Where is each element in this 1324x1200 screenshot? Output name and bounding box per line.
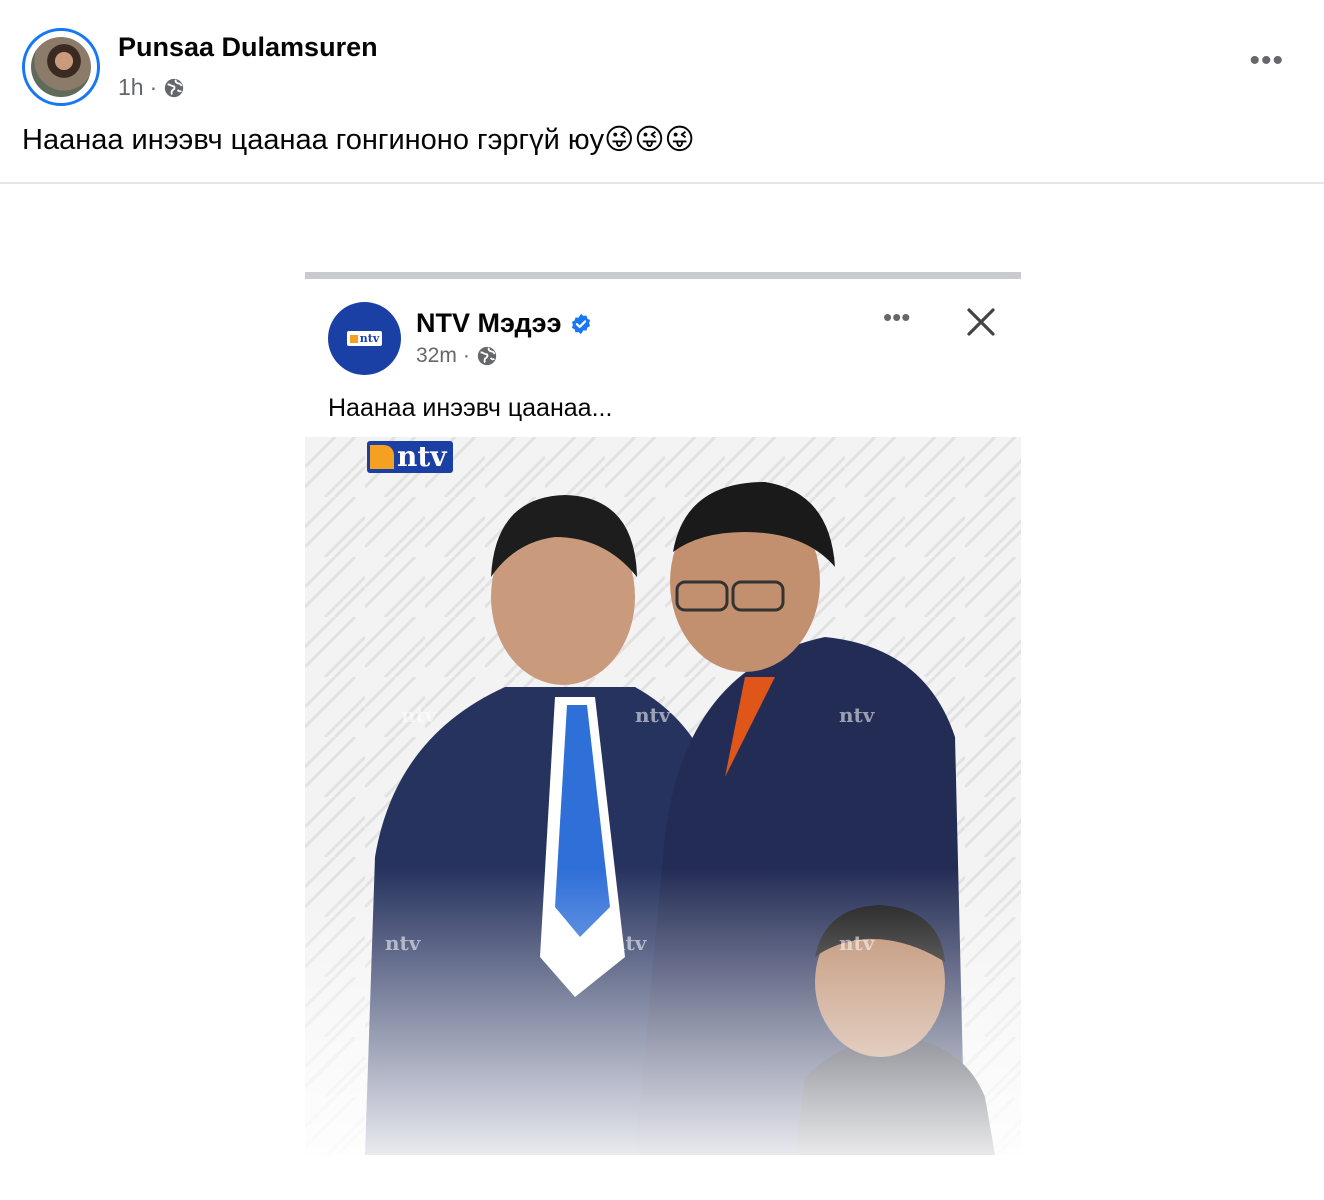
watermark: ntv [611, 931, 647, 955]
verified-badge-icon [571, 313, 590, 334]
author-avatar-ring[interactable] [22, 28, 100, 106]
post-card: Punsaa Dulamsuren 1h · ••• Наанаа инээвч… [0, 0, 1324, 1200]
shared-post-time: 32m [416, 344, 457, 367]
post-time[interactable]: 1h [118, 74, 144, 101]
shared-post-meta: 32m · [416, 344, 498, 368]
avatar[interactable] [31, 37, 91, 97]
watermark: ntv [635, 703, 671, 727]
ntv-logo-icon: ntv [346, 331, 383, 346]
globe-icon [165, 78, 184, 97]
post-meta: 1h · [118, 74, 185, 101]
post-caption: Наанаа инээвч цаанаа гонгиноно гэргүй юу… [22, 124, 695, 156]
watermark: ntv [385, 931, 421, 955]
author-name[interactable]: Punsaa Dulamsuren [118, 32, 378, 63]
globe-icon [477, 346, 497, 366]
meta-separator: · [149, 74, 158, 100]
ntv-avatar: ntv [328, 302, 401, 375]
divider [0, 182, 1324, 184]
close-icon [967, 308, 995, 336]
photo-illustration [305, 437, 1021, 1155]
watermark: ntv [401, 703, 437, 727]
watermark: ntv [839, 703, 875, 727]
more-options-icon: ••• [883, 302, 911, 332]
shared-post-screenshot[interactable]: ntv NTV Мэдээ 32m · ••• Наанаа инээвч ца… [305, 272, 1021, 1155]
ntv-watermark-logo: ntv [367, 441, 453, 473]
watermark: ntv [839, 931, 875, 955]
shared-page-name: NTV Мэдээ [416, 308, 592, 339]
shared-photo: ntv ntv ntv ntv ntv ntv ntv [305, 437, 1021, 1155]
shared-page-name-text: NTV Мэдээ [416, 308, 562, 338]
more-options-icon[interactable]: ••• [1249, 46, 1284, 76]
shared-post-text: Наанаа инээвч цаанаа... [328, 394, 613, 422]
shared-meta-separator: · [462, 344, 470, 367]
screenshot-top-bar [305, 272, 1021, 279]
